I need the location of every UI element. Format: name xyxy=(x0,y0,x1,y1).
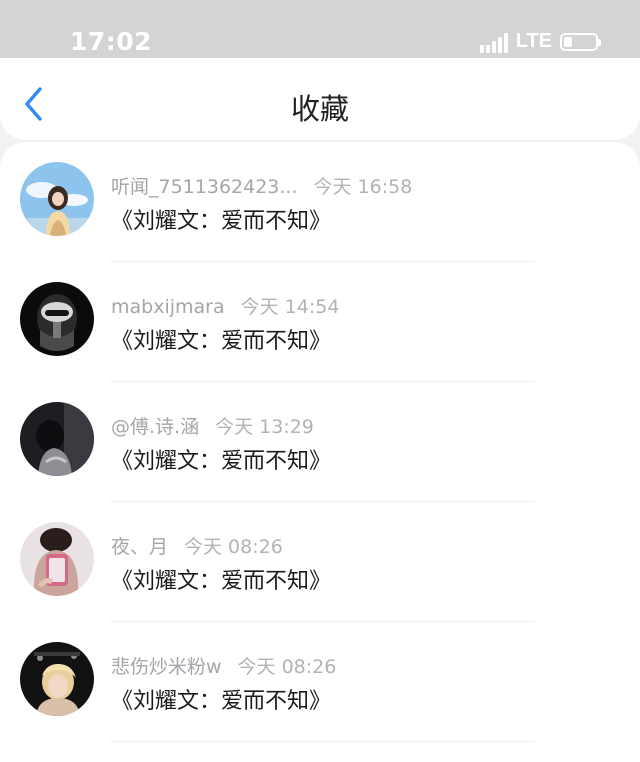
favorite-title[interactable]: 《刘耀文：爱而不知》 xyxy=(111,683,331,715)
status-time: 17:02 xyxy=(70,27,153,56)
signal-icon xyxy=(479,31,508,53)
username[interactable]: @傅.诗.涵 xyxy=(111,416,199,438)
list-item[interactable]: mabxijmara 今天 14:54 《刘耀文：爱而不知》 xyxy=(0,262,640,382)
page-title: 收藏 xyxy=(290,92,349,126)
username[interactable]: 听闻_7511362423... xyxy=(111,176,298,198)
list-item[interactable]: 悲伤炒米粉w 今天 08:26 《刘耀文：爱而不知》 xyxy=(0,622,640,742)
row-meta: mabxijmara 今天 14:54 xyxy=(111,292,339,319)
row-meta: 夜、月 今天 08:26 xyxy=(111,532,283,559)
favorite-title[interactable]: 《刘耀文：爱而不知》 xyxy=(111,203,331,235)
username[interactable]: mabxijmara xyxy=(111,296,225,318)
username[interactable]: 悲伤炒米粉w xyxy=(111,656,222,678)
status-bar: 17:02 LTE xyxy=(0,0,640,58)
favorite-title[interactable]: 《刘耀文：爱而不知》 xyxy=(111,323,331,355)
list-item[interactable]: 夜、月 今天 08:26 《刘耀文：爱而不知》 xyxy=(0,502,640,622)
avatar[interactable] xyxy=(20,402,94,476)
network-label: LTE xyxy=(515,30,552,52)
list-item[interactable]: 听闻_7511362423... 今天 16:58 《刘耀文：爱而不知》 xyxy=(0,142,640,262)
avatar[interactable] xyxy=(20,642,94,716)
timestamp: 今天 08:26 xyxy=(184,536,283,558)
favorites-list: 听闻_7511362423... 今天 16:58 《刘耀文：爱而不知》 mabx… xyxy=(0,142,640,762)
timestamp: 今天 16:58 xyxy=(313,176,413,198)
favorite-title[interactable]: 《刘耀文：爱而不知》 xyxy=(111,443,331,475)
row-meta: 听闻_7511362423... 今天 16:58 xyxy=(111,172,412,199)
avatar[interactable] xyxy=(20,162,94,236)
timestamp: 今天 14:54 xyxy=(240,296,340,318)
status-icons: LTE xyxy=(479,30,601,53)
nav-bar: 收藏 xyxy=(0,58,640,140)
avatar[interactable] xyxy=(20,282,94,356)
list-item[interactable]: @傅.诗.涵 今天 13:29 《刘耀文：爱而不知》 xyxy=(0,382,640,502)
timestamp: 今天 08:26 xyxy=(237,656,337,678)
avatar[interactable] xyxy=(20,522,94,596)
row-meta: 悲伤炒米粉w 今天 08:26 xyxy=(111,652,336,679)
battery-icon xyxy=(560,32,601,51)
divider xyxy=(110,741,535,742)
timestamp: 今天 13:29 xyxy=(215,416,314,438)
username[interactable]: 夜、月 xyxy=(111,536,168,558)
row-meta: @傅.诗.涵 今天 13:29 xyxy=(111,412,314,439)
favorite-title[interactable]: 《刘耀文：爱而不知》 xyxy=(111,563,331,595)
